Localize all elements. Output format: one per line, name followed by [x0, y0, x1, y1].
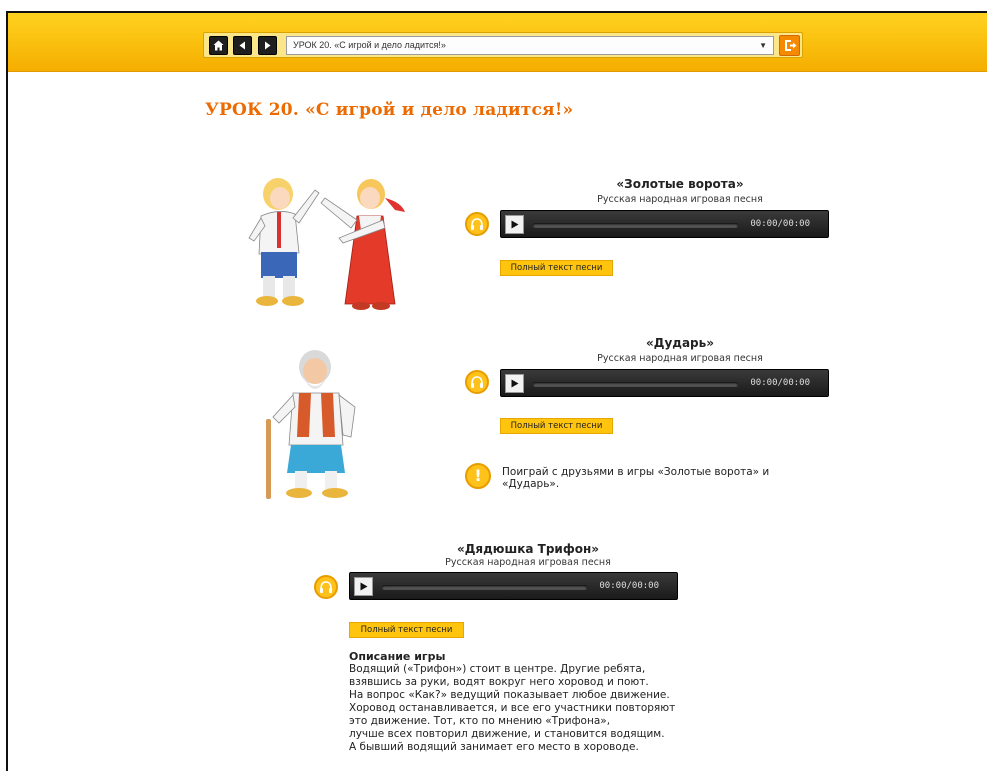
- home-icon: [213, 40, 224, 51]
- headphones-icon: [465, 370, 489, 394]
- progress-track[interactable]: [382, 585, 587, 590]
- dancing-children-illustration: [248, 178, 405, 310]
- description-line: А бывший водящий занимает его место в хо…: [349, 741, 639, 753]
- dropdown-arrow-icon: ▼: [759, 41, 767, 50]
- song-subtitle: Русская народная игровая песня: [597, 194, 763, 205]
- audio-player: 00:00/00:00: [500, 210, 829, 238]
- audio-player: 00:00/00:00: [349, 572, 678, 600]
- description-line: лучше всех повторил движение, и становит…: [349, 728, 665, 740]
- full-lyrics-button[interactable]: Полный текст песни: [500, 418, 613, 434]
- song-subtitle: Русская народная игровая песня: [445, 557, 611, 568]
- description-title: Описание игры: [349, 650, 446, 663]
- tip-line: Поиграй с друзьями в игры «Золотые ворот…: [502, 466, 770, 478]
- exit-icon: [785, 40, 797, 51]
- lesson-select[interactable]: УРОК 20. «С игрой и дело ладится!» ▼: [286, 36, 774, 55]
- tip-text: Поиграй с друзьями в игры «Золотые ворот…: [502, 466, 802, 490]
- description-line: это движение. Тот, кто по мнению «Трифон…: [349, 715, 611, 727]
- exit-button[interactable]: [779, 35, 800, 56]
- song-title: «Золотые ворота»: [616, 177, 744, 191]
- page-frame: [6, 11, 987, 771]
- navigation-bar: УРОК 20. «С игрой и дело ладится!» ▼: [203, 32, 803, 58]
- play-icon: [511, 220, 519, 229]
- play-icon: [360, 582, 368, 591]
- time-display: 00:00/00:00: [750, 378, 810, 388]
- lesson-select-value: УРОК 20. «С игрой и дело ладится!»: [293, 40, 446, 50]
- arrow-right-icon: [265, 41, 271, 50]
- exclamation-icon: !: [465, 463, 491, 489]
- play-button[interactable]: [505, 374, 524, 393]
- play-icon: [511, 379, 519, 388]
- play-button[interactable]: [505, 215, 524, 234]
- previous-button[interactable]: [233, 36, 252, 55]
- full-lyrics-button[interactable]: Полный текст песни: [349, 622, 464, 638]
- audio-player: 00:00/00:00: [500, 369, 829, 397]
- headphones-icon: [314, 575, 338, 599]
- description-line: Хоровод останавливается, и все его участ…: [349, 702, 676, 714]
- time-display: 00:00/00:00: [599, 581, 659, 591]
- description-line: На вопрос «Как?» ведущий показывает любо…: [349, 689, 670, 701]
- progress-track[interactable]: [533, 382, 738, 387]
- song-subtitle: Русская народная игровая песня: [597, 353, 763, 364]
- song-title: «Дядюшка Трифон»: [456, 542, 600, 556]
- tip-line: «Дударь».: [502, 478, 560, 490]
- arrow-left-icon: [239, 41, 245, 50]
- description-line: взявшись за руки, водят вокруг него хоро…: [349, 676, 649, 688]
- old-man-illustration: [266, 350, 356, 499]
- page-title: УРОК 20. «С игрой и дело ладится!»: [205, 100, 574, 120]
- play-button[interactable]: [354, 577, 373, 596]
- time-display: 00:00/00:00: [750, 219, 810, 229]
- full-lyrics-button[interactable]: Полный текст песни: [500, 260, 613, 276]
- progress-track[interactable]: [533, 223, 738, 228]
- song-title: «Дударь»: [646, 336, 714, 350]
- next-button[interactable]: [258, 36, 277, 55]
- headphones-icon: [465, 212, 489, 236]
- description-line: Водящий («Трифон») стоит в центре. Други…: [349, 663, 646, 675]
- home-button[interactable]: [209, 36, 228, 55]
